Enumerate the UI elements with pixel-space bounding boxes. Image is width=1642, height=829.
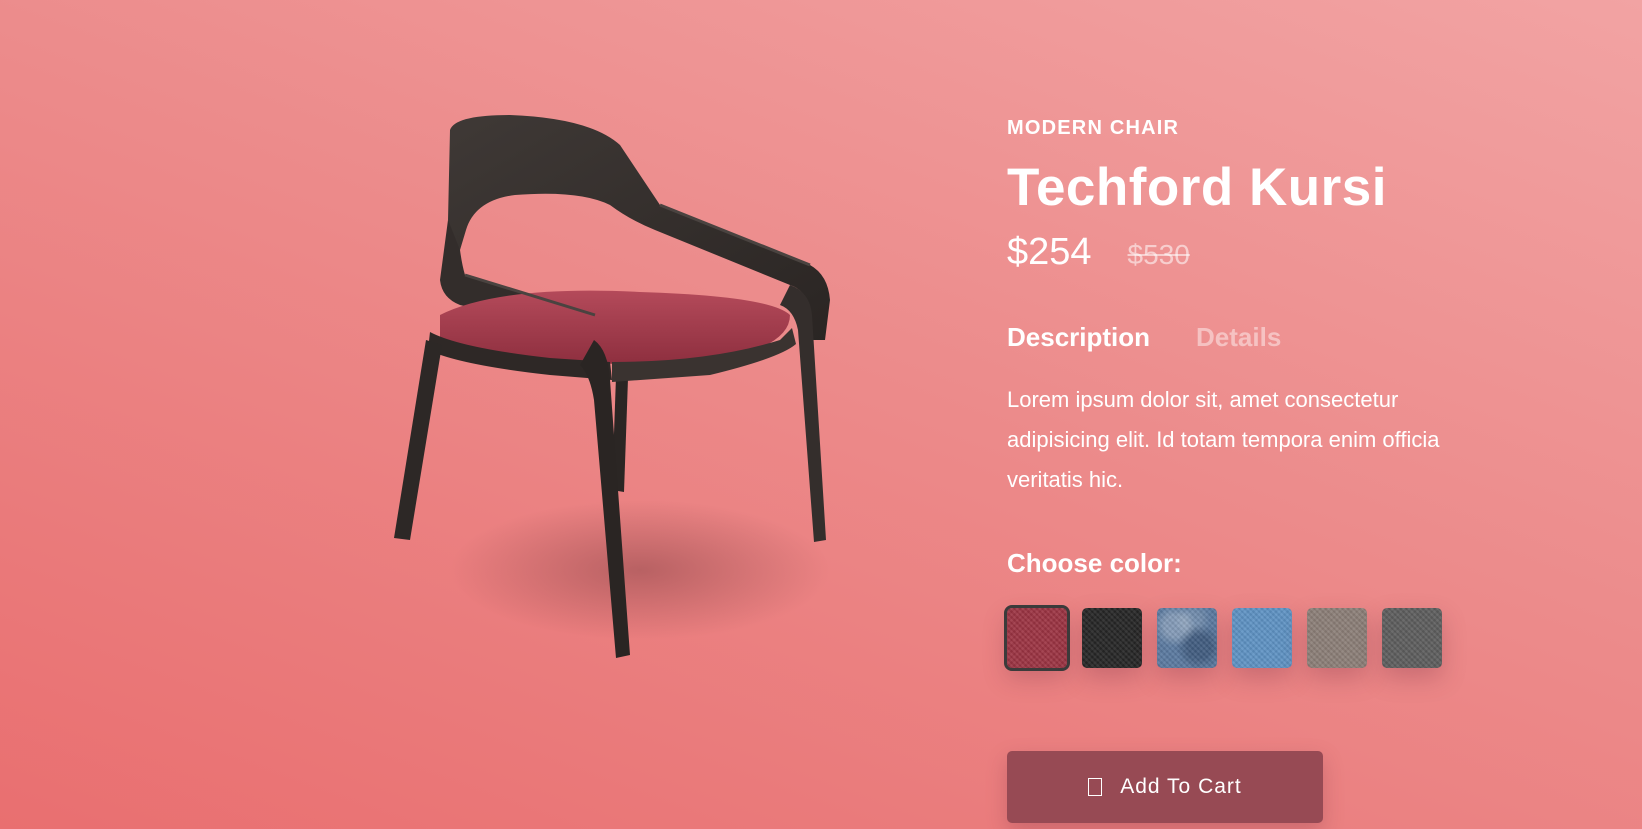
- color-swatches: [1004, 605, 1567, 671]
- tab-details[interactable]: Details: [1196, 322, 1281, 353]
- price-row: $254 $530: [1007, 230, 1567, 280]
- color-swatch-black[interactable]: [1082, 608, 1142, 668]
- color-swatch-gray[interactable]: [1382, 608, 1442, 668]
- color-swatch-blue-mottled[interactable]: [1157, 608, 1217, 668]
- current-price: $254: [1007, 231, 1092, 273]
- color-swatch-red[interactable]: [1004, 605, 1070, 671]
- product-tabs: Description Details: [1007, 320, 1567, 354]
- tab-description[interactable]: Description: [1007, 322, 1150, 353]
- original-price: $530: [1127, 239, 1190, 270]
- product-title: Techford Kursi: [1007, 158, 1387, 217]
- product-image-chair: [380, 100, 880, 720]
- add-to-cart-label: Add To Cart: [1120, 775, 1242, 798]
- shopping-bag-icon: [1088, 778, 1103, 796]
- product-description: Lorem ipsum dolor sit, amet consectetur …: [1007, 387, 1440, 492]
- product-info-panel: MODERN CHAIR Techford Kursi $254 $530 De…: [1004, 116, 1567, 671]
- product-category: MODERN CHAIR: [1007, 117, 1180, 139]
- choose-color-label: Choose color:: [1007, 548, 1182, 578]
- add-to-cart-button[interactable]: Add To Cart: [1007, 751, 1323, 823]
- color-swatch-light-blue[interactable]: [1232, 608, 1292, 668]
- color-swatch-taupe[interactable]: [1307, 608, 1367, 668]
